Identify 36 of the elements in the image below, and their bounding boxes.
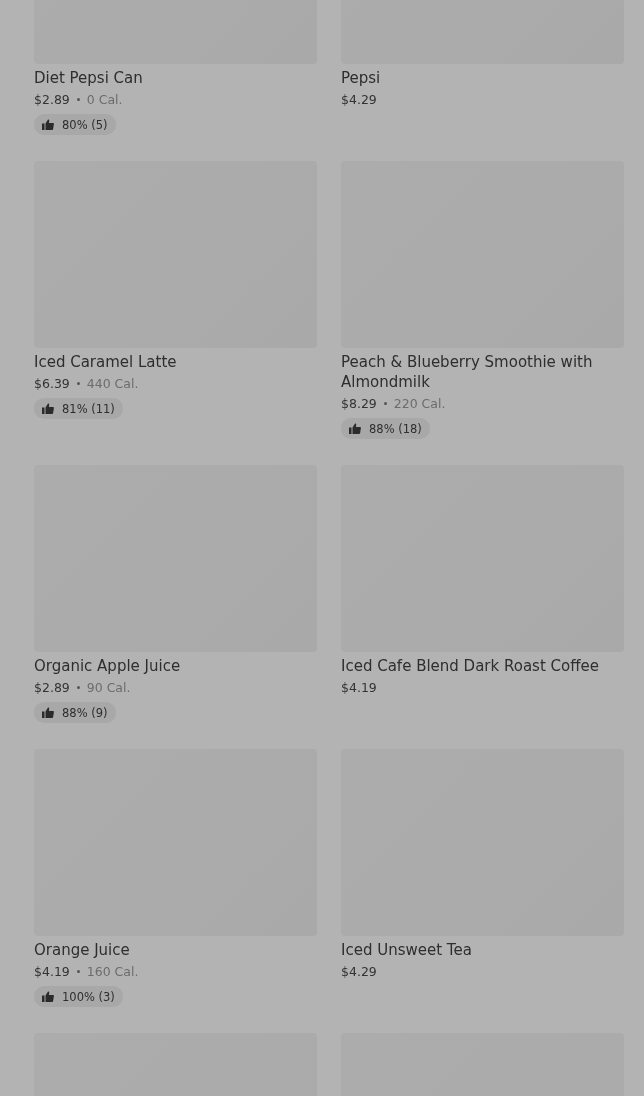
product-name: Iced Caramel Latte [34,352,178,372]
product-name: Organic Apple Juice [34,656,182,676]
product-name: Orange Juice [34,940,131,960]
price: $4.19 [34,964,70,979]
calories: 220 Cal. [393,396,446,411]
thumbs-up-icon [42,991,54,1002]
rating-text: 80% (5) [62,117,108,132]
price: $6.39 [34,376,70,391]
separator-dot-icon [76,686,80,689]
separator-dot-icon [76,382,80,385]
calories: 90 Cal. [86,680,131,695]
product-name: Iced Cafe Blend Dark Roast Coffee [341,656,600,676]
product-name: Diet Pepsi Can [34,68,144,88]
thumbs-up-icon [42,119,54,130]
rating-text: 88% (9) [62,705,108,720]
separator-dot-icon [76,970,80,973]
price: $4.29 [341,92,377,107]
price: $4.29 [341,964,377,979]
product-name: Peach & Blueberry Smoothie with Almondmilk [341,352,594,392]
price: $8.29 [341,396,377,411]
thumbs-up-icon [42,707,54,718]
rating-text: 100% (3) [62,989,115,1004]
calories: 440 Cal. [86,376,139,391]
thumbs-up-icon [42,403,54,414]
price: $2.89 [34,680,70,695]
rating-text: 81% (11) [62,401,115,416]
thumbs-up-icon [349,423,361,434]
separator-dot-icon [383,402,387,405]
price: $4.19 [341,680,377,695]
product-name: Iced Unsweet Tea [341,940,473,960]
rating-text: 88% (18) [369,421,422,436]
calories: 0 Cal. [86,92,123,107]
price: $2.89 [34,92,70,107]
product-name: Pepsi [341,68,382,88]
calories: 160 Cal. [86,964,139,979]
separator-dot-icon [76,98,80,101]
